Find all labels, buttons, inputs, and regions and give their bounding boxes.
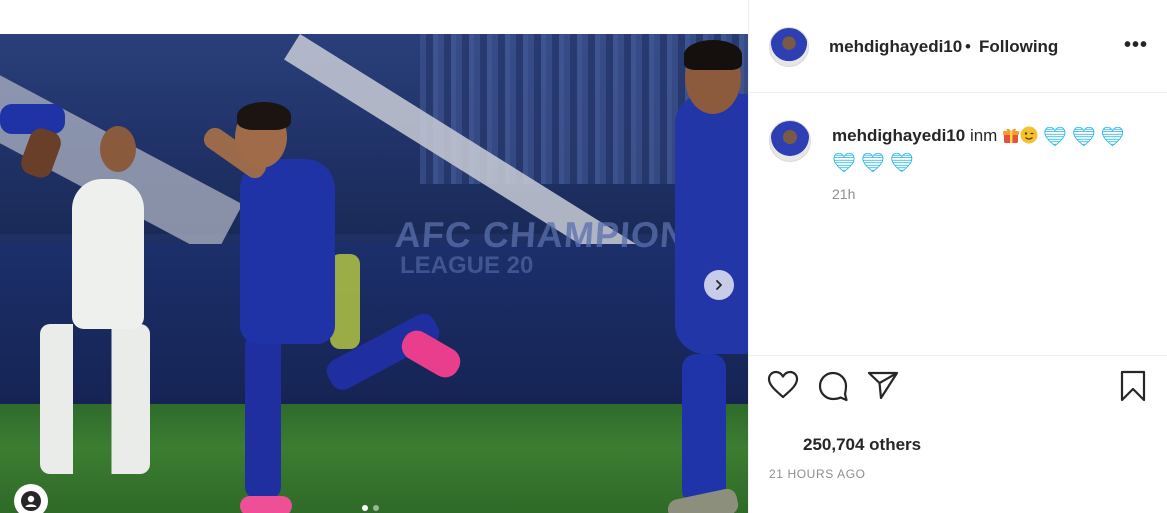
caption-text: inm <box>969 126 998 145</box>
top-bar <box>0 0 748 35</box>
header-separator: • <box>965 37 971 56</box>
post-timestamp[interactable]: 21 HOURS AGO <box>769 467 866 481</box>
post-side-panel: mehdighayedi10 • Following ••• mehdighay… <box>748 0 1167 513</box>
winking-face-emoji-icon <box>1020 126 1038 144</box>
player-blue-celebrating <box>240 159 335 344</box>
stadium-banner-text: AFC CHAMPIONS <box>393 214 714 255</box>
author-avatar[interactable] <box>769 27 809 67</box>
post-header: mehdighayedi10 • Following ••• <box>749 0 1167 93</box>
action-bar <box>767 370 1147 404</box>
player-edge-arm <box>0 104 65 134</box>
caption-username[interactable]: mehdighayedi10 <box>832 126 965 145</box>
paper-plane-icon[interactable] <box>867 370 899 400</box>
carousel-dot-active <box>362 505 368 511</box>
following-button[interactable]: Following <box>979 37 1058 57</box>
player-right <box>675 94 748 354</box>
user-silhouette-icon <box>21 491 41 511</box>
player-blue-standing-leg <box>245 334 281 499</box>
stadium-banner-subtext: LEAGUE 20 <box>400 252 534 279</box>
blue-heart-emoji-icon: 💙︎ <box>832 153 857 174</box>
player-white-head <box>100 126 136 172</box>
player-right-leg <box>682 354 726 504</box>
heart-icon[interactable] <box>767 370 799 400</box>
player-blue-pink-boot-standing <box>240 496 292 513</box>
author-username[interactable]: mehdighayedi10 <box>829 37 962 57</box>
carousel-indicator <box>362 505 379 511</box>
tagged-users-button[interactable] <box>14 484 48 513</box>
caption: mehdighayedi10 inm 💙︎ 💙︎ 💙︎ 💙︎ 💙︎ 💙︎ <box>832 124 1142 176</box>
player-white <box>72 179 144 329</box>
bookmark-icon[interactable] <box>1119 370 1147 402</box>
post-media[interactable]: AFC CHAMPIONS LEAGUE 20 <box>0 34 748 513</box>
likes-count[interactable]: 250,704 others <box>803 435 921 455</box>
comment-bubble-icon[interactable] <box>817 370 849 402</box>
player-right-hair <box>684 40 742 70</box>
blue-heart-emoji-icon: 💙︎ <box>1071 127 1096 148</box>
chevron-right-icon <box>716 280 722 290</box>
player-white-legs <box>40 324 150 474</box>
blue-heart-emoji-icon: 💙︎ <box>1042 127 1067 148</box>
blue-heart-emoji-icon: 💙︎ <box>860 153 885 174</box>
next-image-button[interactable] <box>704 270 734 300</box>
more-options-icon[interactable]: ••• <box>1124 34 1148 57</box>
caption-avatar[interactable] <box>769 120 811 162</box>
player-blue-hair <box>237 102 291 130</box>
gift-emoji-icon <box>1003 128 1020 143</box>
actions-divider <box>749 355 1167 356</box>
carousel-dot <box>373 505 379 511</box>
comment-timestamp[interactable]: 21h <box>832 186 855 202</box>
blue-heart-emoji-icon: 💙︎ <box>1100 127 1125 148</box>
blue-heart-emoji-icon: 💙︎ <box>889 153 914 174</box>
